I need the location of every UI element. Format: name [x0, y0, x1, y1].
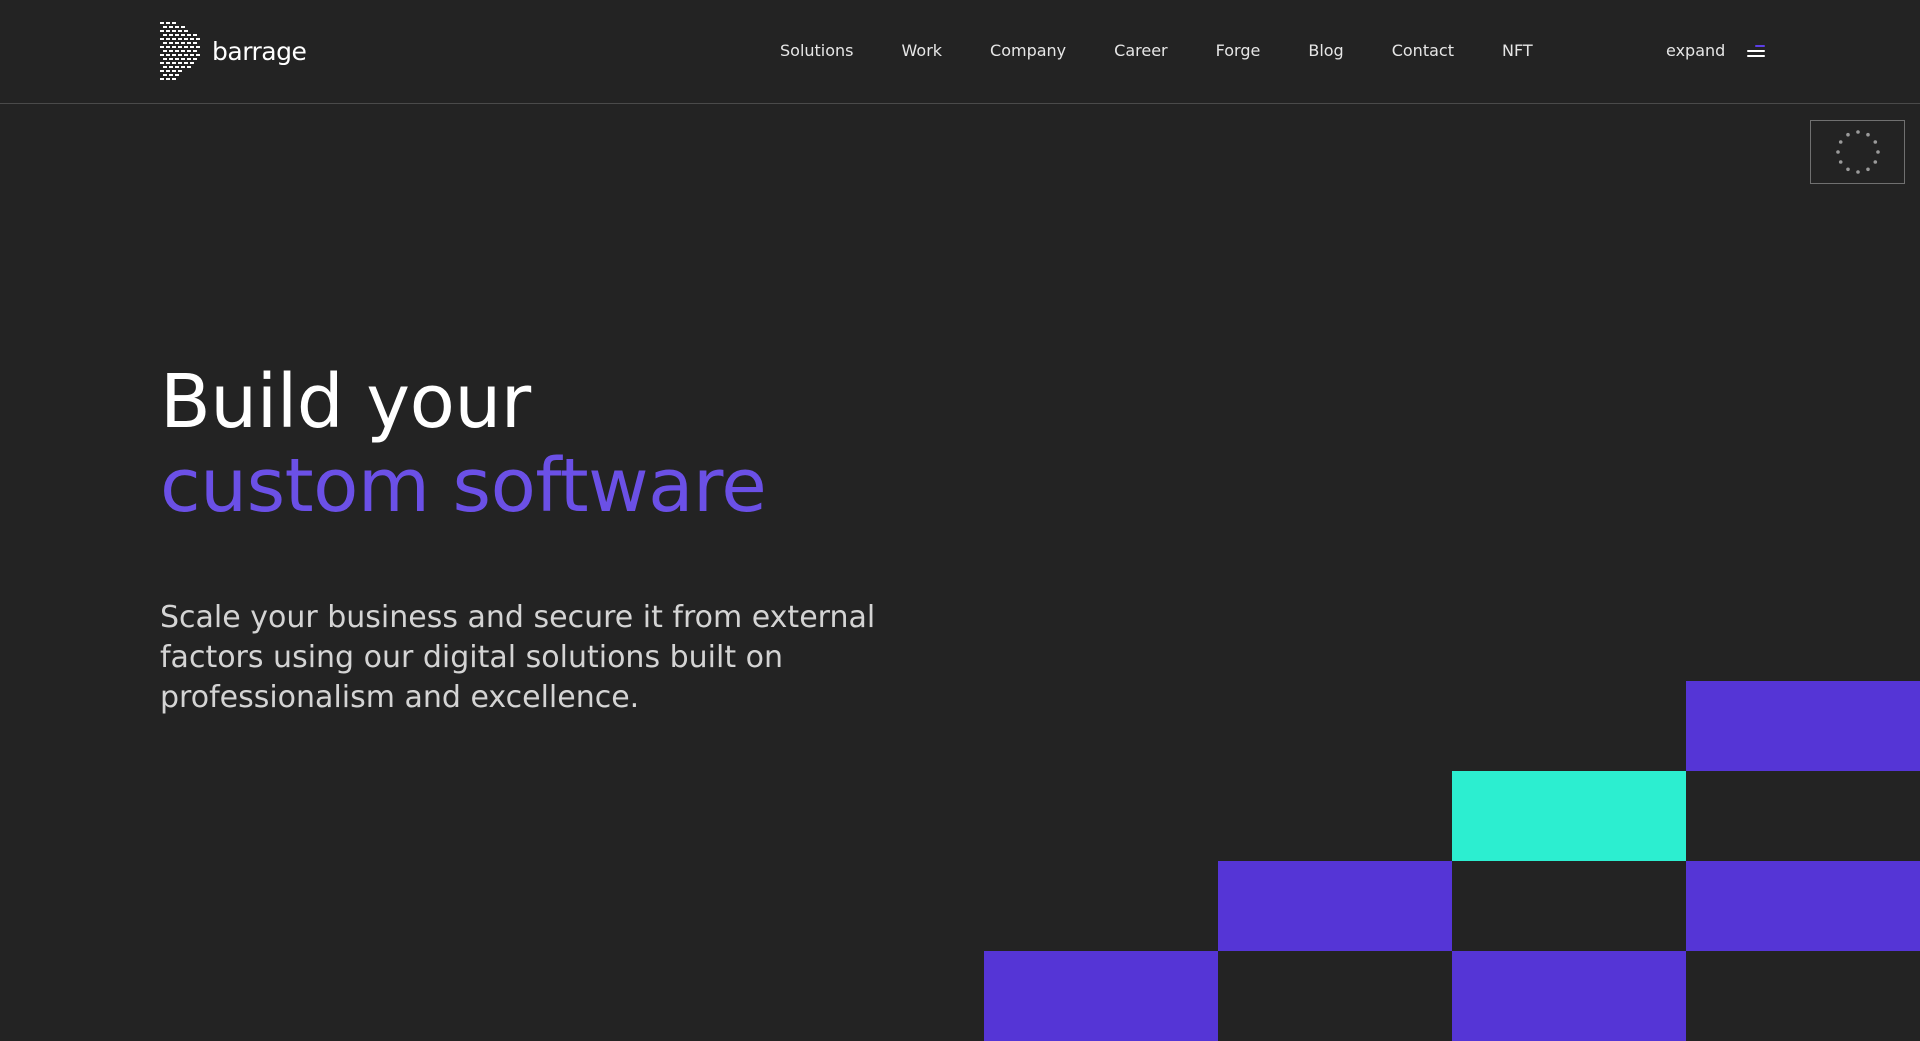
barrage-logo-icon [160, 22, 200, 80]
expand-menu-button[interactable]: expand [1666, 40, 1766, 62]
logo-link[interactable]: barrage [160, 22, 307, 80]
menu-icon [1745, 44, 1766, 58]
hero-description: Scale your business and secure it from e… [160, 600, 876, 715]
decorative-block [1452, 771, 1686, 861]
decorative-block [1452, 951, 1686, 1041]
nav-link-career[interactable]: Career [1114, 40, 1167, 62]
nav-link-nft[interactable]: NFT [1502, 40, 1533, 62]
nav-link-work[interactable]: Work [902, 40, 943, 62]
main-nav: Solutions Work Company Career Forge Blog… [780, 40, 1533, 62]
hero-title-line1: Build your [160, 359, 531, 445]
nav-link-blog[interactable]: Blog [1308, 40, 1343, 62]
hero-headline: Build your custom software [160, 360, 920, 528]
decorative-block [1686, 681, 1920, 771]
logo-text: barrage [212, 36, 307, 66]
decorative-block [984, 951, 1218, 1041]
nav-link-contact[interactable]: Contact [1392, 40, 1454, 62]
nav-link-solutions[interactable]: Solutions [780, 40, 854, 62]
nav-link-forge[interactable]: Forge [1216, 40, 1261, 62]
eu-flag-icon [1835, 130, 1880, 174]
site-header: barrage Solutions Work Company Career Fo… [0, 0, 1920, 104]
decorative-block [1218, 861, 1452, 951]
nav-link-company[interactable]: Company [990, 40, 1066, 62]
eu-funding-badge[interactable] [1810, 120, 1905, 184]
decorative-block [1686, 861, 1920, 951]
expand-label: expand [1666, 41, 1726, 60]
hero-title-line2: custom software [160, 443, 767, 529]
